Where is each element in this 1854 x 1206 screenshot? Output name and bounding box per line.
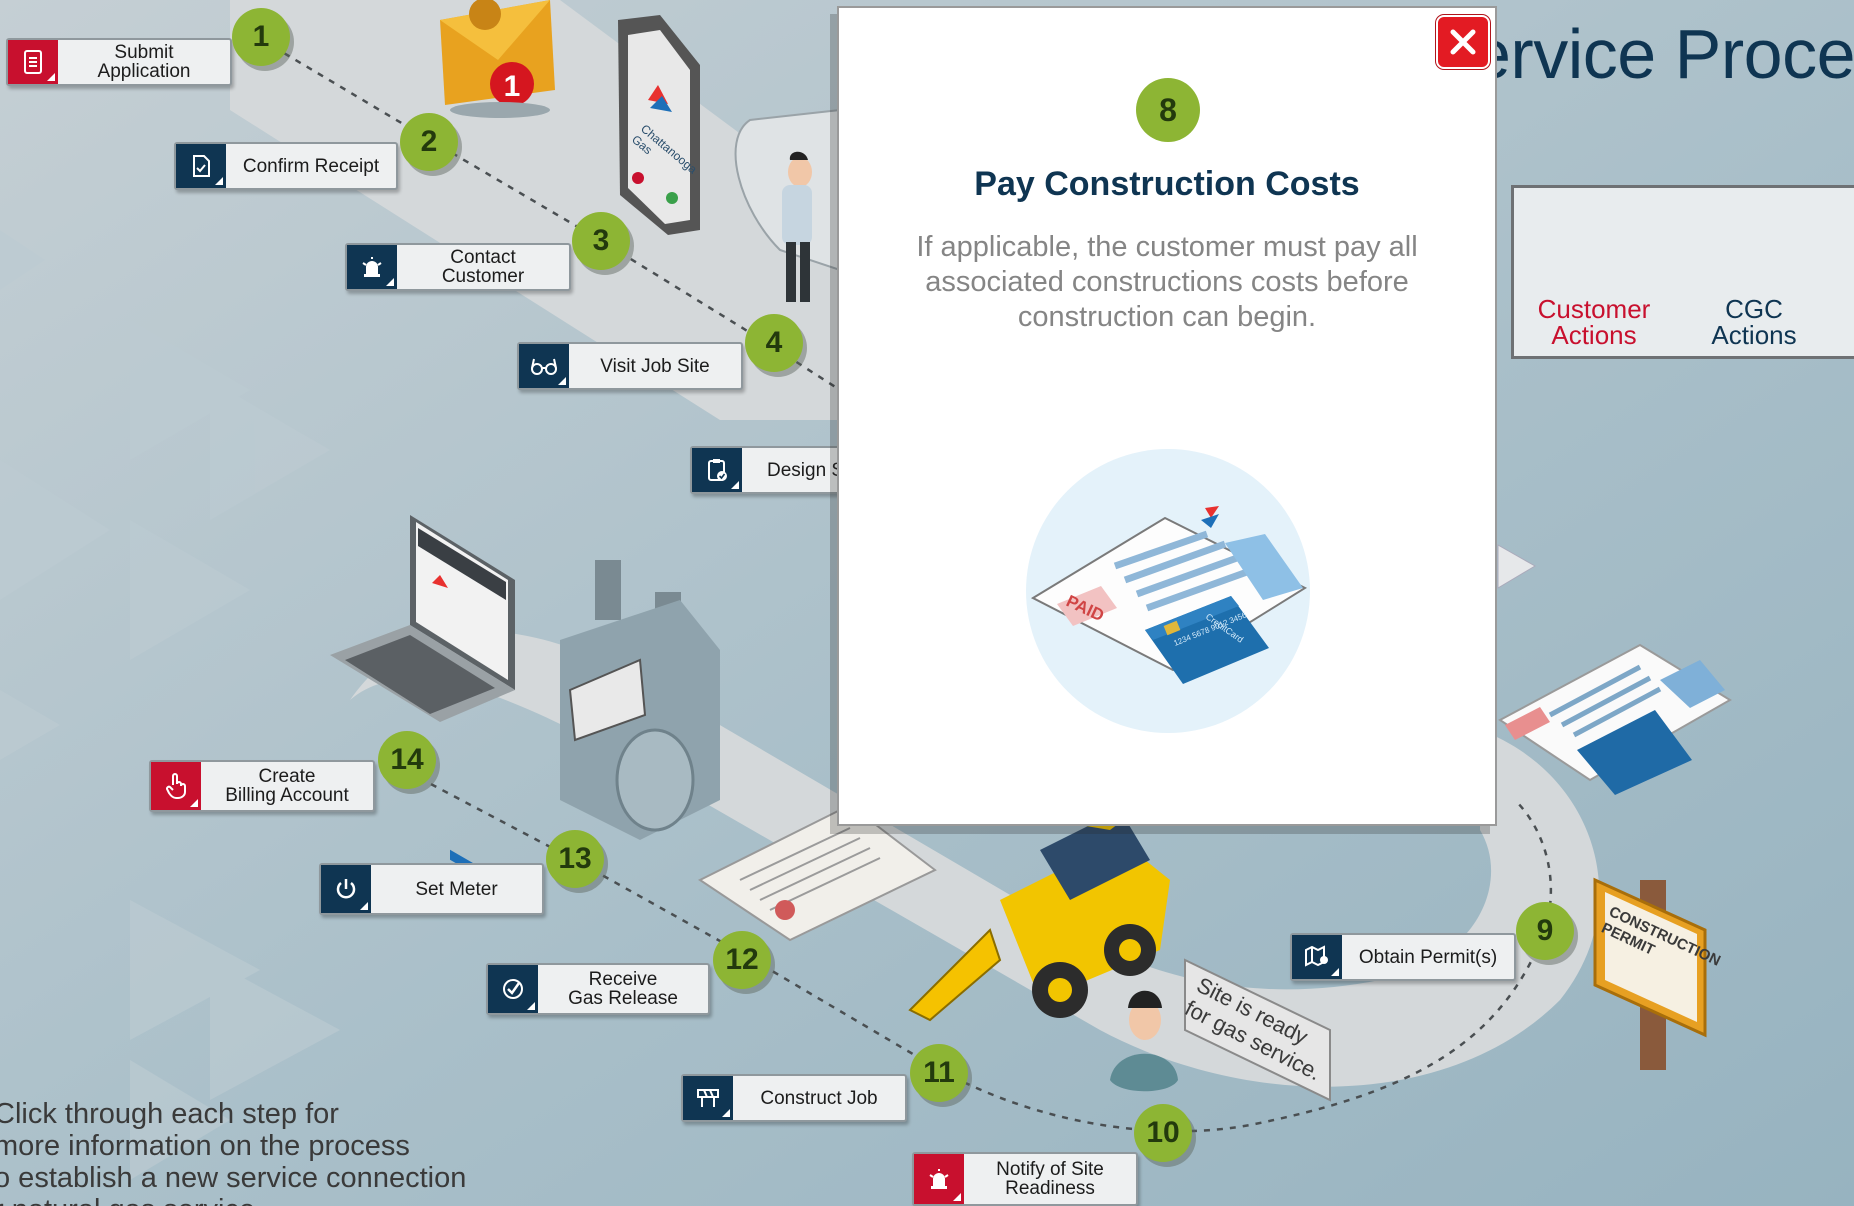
step-1-submit-application-button[interactable]: Submit Application (6, 38, 232, 86)
step-number-12[interactable]: 12 (713, 931, 771, 989)
step-number-4[interactable]: 4 (745, 314, 803, 372)
step-13-set-meter-button[interactable]: Set Meter (319, 863, 544, 915)
paid-invoice-credit-card-illustration: PAID CreditCard 1234 5678 9012 3456 (1026, 449, 1310, 733)
step-number-13[interactable]: 13 (546, 830, 604, 888)
step-number-3[interactable]: 3 (572, 212, 630, 270)
glasses-icon (519, 344, 569, 388)
step-label: Submit Application (97, 42, 191, 82)
step-10-notify-site-readiness-button[interactable]: Notify of Site Readiness (912, 1152, 1138, 1206)
step-number-2[interactable]: 2 (400, 113, 458, 171)
clipboard-check-icon (692, 448, 742, 492)
step-number-14[interactable]: 14 (378, 731, 436, 789)
legend-cgc-actions: CGC Actions (1711, 294, 1797, 350)
step-4-visit-job-site-button[interactable]: Visit Job Site (517, 342, 743, 390)
step-label: Create Billing Account (225, 766, 349, 806)
document-icon (8, 40, 58, 84)
email-badge-text: 1 (504, 70, 521, 103)
page-title: ervice Process (1472, 15, 1854, 93)
modal-body-text: If applicable, the customer must pay all… (916, 231, 1418, 333)
step-number-11[interactable]: 11 (910, 1044, 968, 1102)
alarm-bell-icon (347, 245, 397, 289)
step-label: Confirm Receipt (242, 155, 380, 177)
hand-pointer-icon (151, 762, 201, 810)
step-label: Construct Job (760, 1087, 878, 1109)
legend-customer-actions: Customer Actions (1537, 294, 1651, 350)
close-x-icon (1450, 29, 1476, 55)
step-label: Visit Job Site (600, 355, 710, 377)
step-label: Receive Gas Release (568, 969, 678, 1009)
check-circle-icon (488, 965, 538, 1013)
document-check-icon (176, 144, 226, 188)
modal-title: Pay Construction Costs (974, 165, 1360, 203)
alarm-bell-icon (914, 1154, 964, 1204)
close-modal-button[interactable] (1436, 15, 1490, 69)
map-pin-icon (1292, 935, 1342, 979)
step-number-1[interactable]: 1 (232, 8, 290, 66)
step-label: Obtain Permit(s) (1358, 946, 1498, 968)
step-number-10[interactable]: 10 (1134, 1104, 1192, 1162)
step-label: Notify of Site Readiness (996, 1159, 1104, 1199)
instructions-text: Click through each step for more informa… (0, 1098, 467, 1206)
actor-legend: Customer Actions CGC Actions (1511, 185, 1854, 359)
step-2-confirm-receipt-button[interactable]: Confirm Receipt (174, 142, 398, 190)
step-3-contact-customer-button[interactable]: Contact Customer (345, 243, 571, 291)
step-number-9[interactable]: 9 (1516, 902, 1574, 960)
step-label: Contact Customer (441, 247, 525, 287)
step-12-receive-gas-release-button[interactable]: Receive Gas Release (486, 963, 710, 1015)
step-label: Set Meter (415, 878, 498, 900)
barrier-icon (683, 1076, 733, 1120)
modal-step-number: 8 (1136, 78, 1200, 142)
step-14-create-billing-account-button[interactable]: Create Billing Account (149, 760, 375, 812)
step-9-obtain-permits-button[interactable]: Obtain Permit(s) (1290, 933, 1516, 981)
step-11-construct-job-button[interactable]: Construct Job (681, 1074, 907, 1122)
power-icon (321, 865, 371, 913)
process-diagram: 1 ChattanoogaGas Site is readyfor gas se… (0, 0, 1854, 1206)
